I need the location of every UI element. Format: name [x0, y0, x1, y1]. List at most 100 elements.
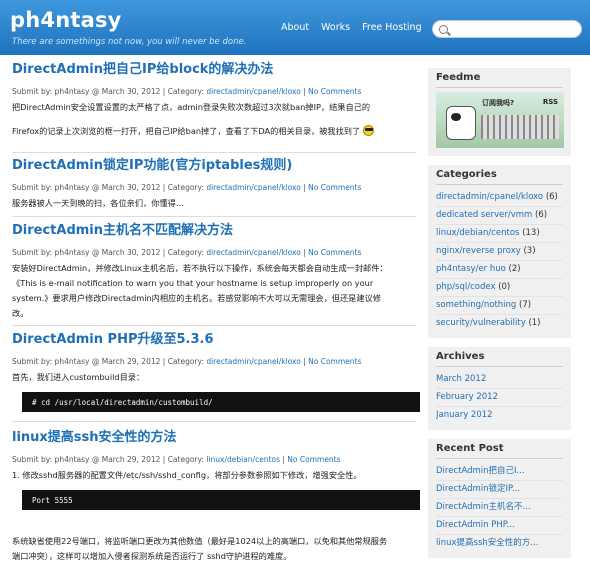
- post-meta: Submit by: ph4ntasy @ March 29, 2012 | C…: [12, 357, 362, 366]
- search-icon: [439, 24, 448, 34]
- post-excerpt: 1. 修改sshd服务器的配置文件/etc/ssh/sshd_config，将部…: [12, 468, 416, 483]
- cow-mascot-icon: [446, 106, 476, 140]
- code-block: # cd /usr/local/directadmin/custombuild/: [22, 392, 420, 412]
- archive-link[interactable]: March 2012: [436, 374, 486, 384]
- nav-free-hosting[interactable]: Free Hosting: [362, 22, 422, 33]
- excerpt-line: 改。: [12, 308, 29, 318]
- excerpt-line: system.》要求用户修改Directadmin内相应的主机名。若感觉影响不大…: [12, 293, 381, 303]
- excerpt-line: 服务器被人一天到晚的扫，各位亲们，你懂得…: [12, 198, 184, 208]
- category-item: dedicated server/vmm (6): [436, 207, 563, 225]
- rss-icon: RSS: [542, 98, 558, 106]
- post-category-label: Category:: [167, 87, 204, 96]
- post-meta: Submit by: ph4ntasy @ March 30, 2012 | C…: [12, 248, 362, 257]
- post-meta: Submit by: ph4ntasy @ March 29, 2012 | C…: [12, 455, 341, 464]
- post-submit-info: Submit by: ph4ntasy @ March 29, 2012: [12, 357, 161, 366]
- post-title[interactable]: DirectAdmin锁定IP功能(官方iptables规则): [12, 158, 292, 173]
- category-item: security/vulnerability (1): [436, 315, 563, 332]
- category-count: (3): [523, 246, 536, 256]
- nav-about[interactable]: About: [281, 22, 309, 33]
- widget-title: Recent Post: [436, 443, 563, 459]
- archive-link[interactable]: February 2012: [436, 392, 498, 402]
- category-link[interactable]: nginx/reverse proxy: [436, 246, 521, 256]
- category-count: (7): [519, 300, 532, 310]
- category-item: linux/debian/centos (13): [436, 225, 563, 243]
- post-comments-link[interactable]: No Comments: [308, 87, 361, 96]
- post-category-link[interactable]: directadmin/cpanel/kloxo: [206, 87, 301, 96]
- post-excerpt: 安装好DirectAdmin，并修改Linux主机名后，若不执行以下操作，系统会…: [12, 261, 416, 321]
- archives-widget: Archives March 2012 February 2012 Januar…: [428, 347, 571, 430]
- post-category-link[interactable]: directadmin/cpanel/kloxo: [206, 183, 301, 192]
- excerpt-line: 系统缺省使用22号端口，将监听端口更改为其他数值（最好是1024以上的高端口，以…: [12, 536, 388, 546]
- site-logo[interactable]: ph4ntasy: [10, 8, 122, 32]
- category-link[interactable]: php/sql/codex: [436, 282, 495, 292]
- site-tagline: There are somethings not now, you will n…: [12, 37, 247, 47]
- recent-post-item: DirectAdmin把自己I...: [436, 463, 563, 481]
- post-list: DirectAdmin把自己IP给block的解决办法 Submit by: p…: [12, 62, 420, 564]
- excerpt-line: 把DirectAdmin安全设置设置的太严格了点，admin登录失败次数超过3次…: [12, 102, 371, 112]
- post-meta: Submit by: ph4ntasy @ March 30, 2012 | C…: [12, 183, 362, 192]
- archive-link[interactable]: January 2012: [436, 410, 493, 420]
- category-link[interactable]: something/nothing: [436, 300, 516, 310]
- recent-post-link[interactable]: DirectAdmin把自己I...: [436, 466, 525, 476]
- category-link[interactable]: security/vulnerability: [436, 318, 526, 328]
- post-comments-link[interactable]: No Comments: [287, 455, 340, 464]
- recent-post-widget: Recent Post DirectAdmin把自己I... DirectAdm…: [428, 439, 571, 558]
- excerpt-line: 1. 修改sshd服务器的配置文件/etc/ssh/sshd_config，将部…: [12, 470, 362, 480]
- search-input[interactable]: [454, 24, 574, 34]
- post-category-link[interactable]: directadmin/cpanel/kloxo: [206, 357, 301, 366]
- post-item: linux提高ssh安全性的方法 Submit by: ph4ntasy @ M…: [12, 430, 420, 564]
- category-link[interactable]: directadmin/cpanel/kloxo: [436, 192, 543, 202]
- post-category-link[interactable]: directadmin/cpanel/kloxo: [206, 248, 301, 257]
- category-count: (1): [528, 318, 541, 328]
- recent-post-link[interactable]: DirectAdmin锁定IP...: [436, 484, 520, 494]
- post-title[interactable]: DirectAdmin PHP升级至5.3.6: [12, 332, 214, 347]
- post-category-label: Category:: [167, 183, 204, 192]
- excerpt-line: 端口冲突），这样可以增加入侵者探测系统是否运行了 sshd守护进程的难度。: [12, 551, 292, 561]
- nav-works[interactable]: Works: [321, 22, 350, 33]
- post-category-label: Category:: [167, 357, 204, 366]
- post-excerpt: 服务器被人一天到晚的扫，各位亲们，你懂得…: [12, 196, 416, 211]
- post-item: DirectAdmin锁定IP功能(官方iptables规则) Submit b…: [12, 158, 416, 217]
- rack-graphic: [481, 115, 559, 139]
- post-item: DirectAdmin把自己IP给block的解决办法 Submit by: p…: [12, 62, 416, 153]
- category-item: ph4ntasy/er huo (2): [436, 261, 563, 279]
- post-submit-info: Submit by: ph4ntasy @ March 30, 2012: [12, 87, 161, 96]
- recent-post-item: DirectAdmin主机名不...: [436, 499, 563, 517]
- site-header: ph4ntasy There are somethings not now, y…: [0, 0, 590, 55]
- post-comments-link[interactable]: No Comments: [308, 248, 361, 257]
- search-box[interactable]: [432, 20, 582, 38]
- recent-post-link[interactable]: linux提高ssh安全性的方...: [436, 538, 538, 548]
- category-count: (6): [535, 210, 548, 220]
- post-excerpt: 首先，我们进入custombuild目录：: [12, 370, 416, 385]
- recent-post-link[interactable]: DirectAdmin PHP...: [436, 520, 515, 530]
- post-title[interactable]: DirectAdmin把自己IP给block的解决办法: [12, 62, 273, 77]
- archive-item: January 2012: [436, 407, 563, 424]
- category-item: php/sql/codex (0): [436, 279, 563, 297]
- category-link[interactable]: dedicated server/vmm: [436, 210, 532, 220]
- recent-post-item: DirectAdmin锁定IP...: [436, 481, 563, 499]
- post-title[interactable]: linux提高ssh安全性的方法: [12, 430, 177, 445]
- recent-post-item: DirectAdmin PHP...: [436, 517, 563, 535]
- post-comments-link[interactable]: No Comments: [308, 357, 361, 366]
- category-item: nginx/reverse proxy (3): [436, 243, 563, 261]
- excerpt-line: Firefox的记录上次浏览的框一打开，把自己IP给ban掉了，查看了下DA的相…: [12, 126, 361, 136]
- recent-post-link[interactable]: DirectAdmin主机名不...: [436, 502, 531, 512]
- category-link[interactable]: ph4ntasy/er huo: [436, 264, 506, 274]
- widget-title: Categories: [436, 169, 563, 185]
- post-comments-link[interactable]: No Comments: [308, 183, 361, 192]
- category-count: (6): [545, 192, 558, 202]
- feed-banner-image[interactable]: 订阅我吗? RSS: [436, 92, 564, 148]
- categories-widget: Categories directadmin/cpanel/kloxo (6) …: [428, 165, 571, 338]
- post-category-label: Category:: [167, 248, 204, 257]
- category-count: (13): [522, 228, 540, 238]
- post-submit-info: Submit by: ph4ntasy @ March 30, 2012: [12, 183, 161, 192]
- category-link[interactable]: linux/debian/centos: [436, 228, 520, 238]
- post-excerpt-continued: 系统缺省使用22号端口，将监听端口更改为其他数值（最好是1024以上的高端口，以…: [12, 534, 416, 564]
- post-excerpt: 把DirectAdmin安全设置设置的太严格了点，admin登录失败次数超过3次…: [12, 100, 416, 139]
- archive-item: February 2012: [436, 389, 563, 407]
- recent-post-item: linux提高ssh安全性的方...: [436, 535, 563, 552]
- post-category-link[interactable]: linux/debian/centos: [206, 455, 280, 464]
- post-title[interactable]: DirectAdmin主机名不匹配解决方法: [12, 223, 233, 238]
- feed-widget: Feedme 订阅我吗? RSS: [428, 68, 571, 156]
- widget-title: Feedme: [436, 72, 563, 88]
